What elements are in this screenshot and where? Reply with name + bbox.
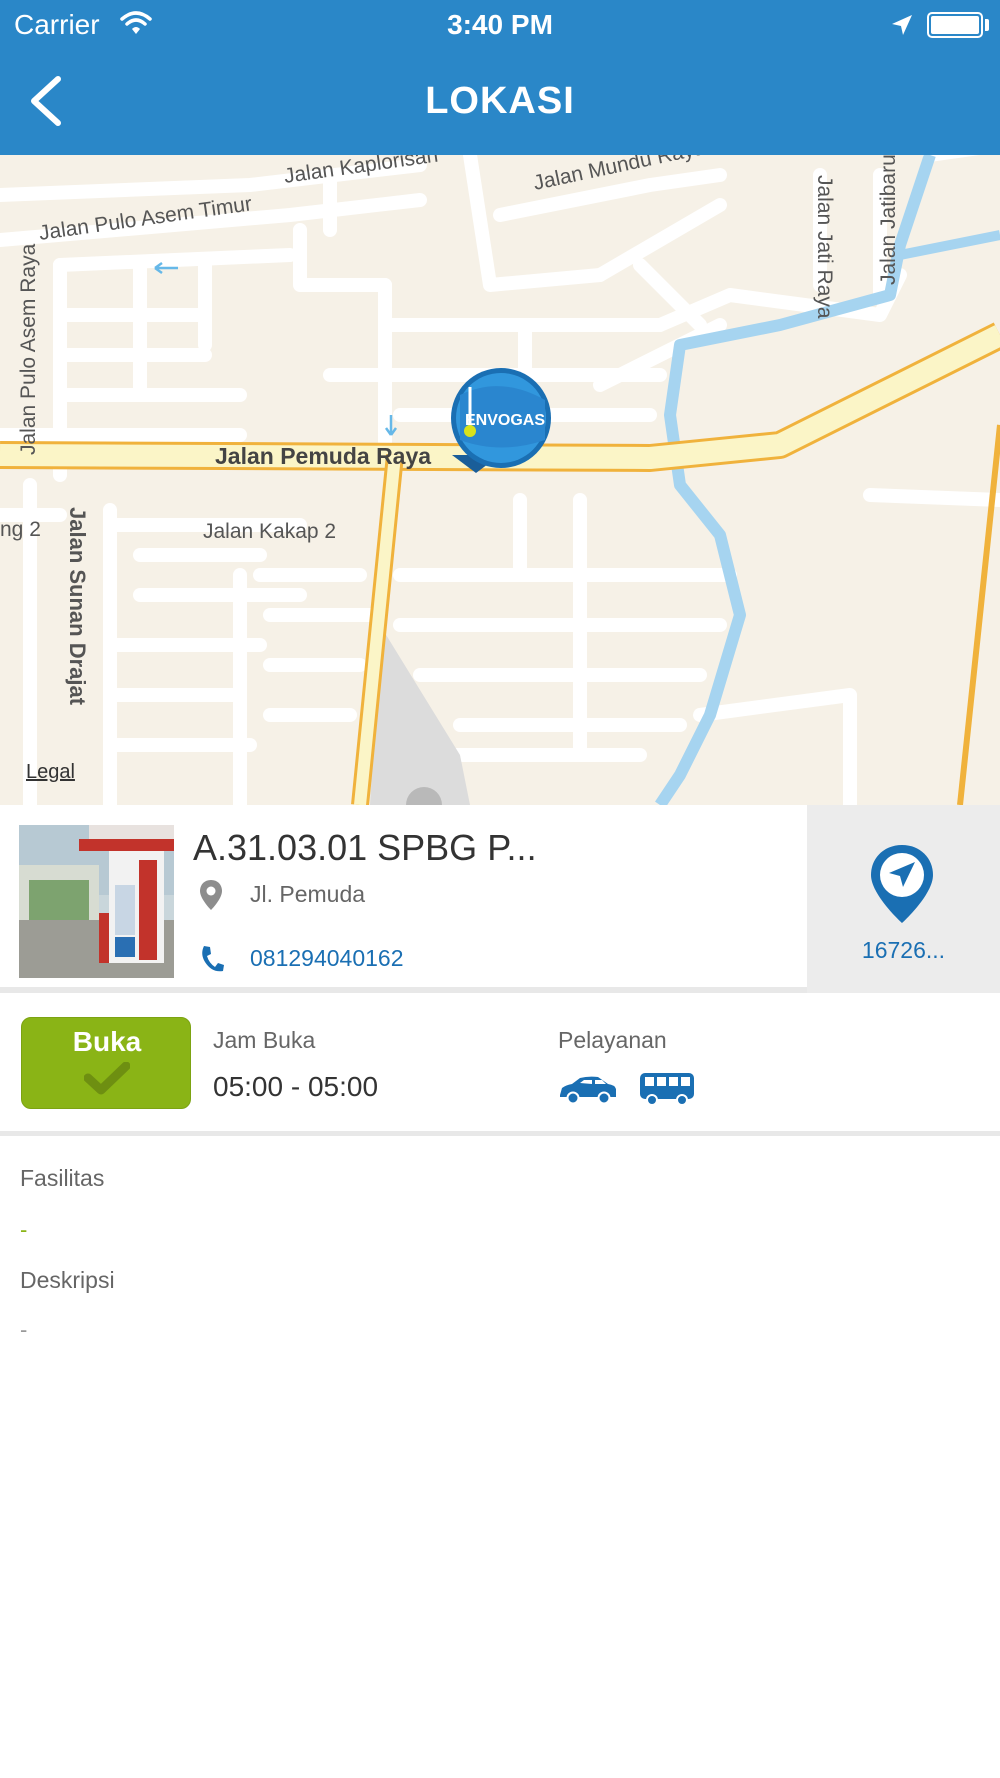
street-label-sunan-drajat: Jalan Sunan Drajat [65,507,90,706]
battery-nub [985,19,989,31]
street-label-pulo-asem-timur: Jalan Pulo Asem Timur [37,192,253,245]
check-icon [83,1061,131,1101]
navigate-button[interactable]: 16726... [807,805,1000,993]
street-label-kakap-2: Jalan Kakap 2 [203,520,336,543]
station-photo [19,825,174,978]
status-time: 3:40 PM [447,9,553,40]
bus-icon [638,1071,696,1112]
map-legal-link[interactable]: Legal [26,761,75,784]
opening-hours-value: 05:00 - 05:00 [213,1071,379,1102]
marker-label: ENVOGAS [465,412,545,429]
street-label-jati-raya: Jalan Jati Raya [813,175,836,319]
map-view[interactable]: Jalan Kaplorisan Jalan Mundu Raya Jalan … [0,155,1000,805]
street-label-ng-2: ng 2 [0,518,41,541]
phone-icon [200,945,224,978]
street-label-jatibaru: Jalan Jatibaru [877,155,900,285]
station-card[interactable]: A.31.03.01 SPBG P... Jl. Pemuda 08129404… [0,805,1000,993]
facilities-label: Fasilitas [20,1165,105,1191]
map-pin-icon [200,880,222,915]
services-label: Pelayanan [558,1027,667,1053]
status-bar: Carrier 3:40 PM [0,0,1000,50]
station-address: Jl. Pemuda [250,881,366,907]
station-phone-link[interactable]: 081294040162 [250,945,404,972]
car-icon [558,1075,618,1110]
page-title: LOKASI [425,80,575,122]
battery-icon [927,12,983,38]
facilities-value: - [20,1217,28,1242]
hours-section: Buka Jam Buka 05:00 - 05:00 Pelayanan [0,999,1000,1136]
street-label-pemuda-raya: Jalan Pemuda Raya [215,443,431,469]
distance-label: 16726... [861,937,946,963]
open-status-badge: Buka [21,1017,191,1109]
description-value: - [20,1317,28,1342]
open-status-label: Buka [72,1026,142,1057]
app-header: Carrier 3:40 PM LOKASI [0,0,1000,155]
station-name: A.31.03.01 SPBG P... [193,827,537,868]
description-label: Deskripsi [20,1267,115,1293]
opening-hours-label: Jam Buka [213,1027,316,1053]
location-arrow-icon [890,12,914,44]
street-label-pulo-asem-raya: Jalan Pulo Asem Raya [17,243,40,455]
navigation-pin-icon [869,845,935,928]
